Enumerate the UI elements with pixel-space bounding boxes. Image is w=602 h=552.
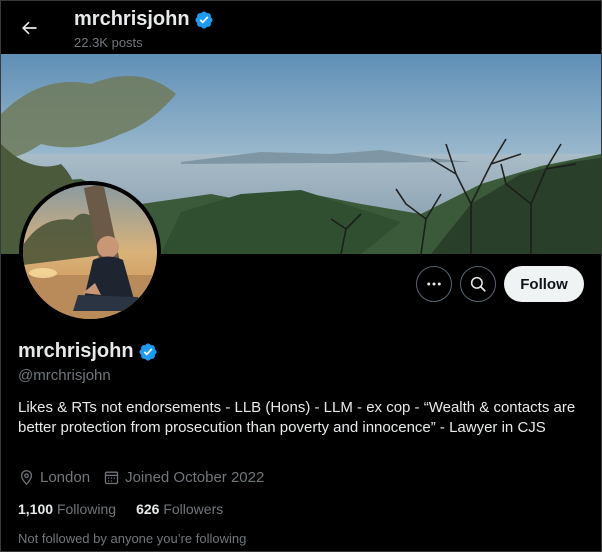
verified-badge-icon xyxy=(195,10,213,29)
profile-handle: @mrchrisjohn xyxy=(18,367,111,384)
profile-stats: 1,100 Following 626 Followers xyxy=(18,501,223,517)
back-button[interactable] xyxy=(11,10,47,46)
not-followed-notice: Not followed by anyone you’re following xyxy=(18,531,247,546)
follow-button[interactable]: Follow xyxy=(504,266,584,302)
display-name-text: mrchrisjohn xyxy=(18,340,134,362)
profile-avatar[interactable] xyxy=(19,181,161,323)
followers-count: 626 xyxy=(136,501,160,517)
followers-link[interactable]: 626 Followers xyxy=(136,501,223,517)
more-button[interactable] xyxy=(416,266,452,302)
post-count: 22.3K posts xyxy=(74,35,143,50)
join-date: Joined October 2022 xyxy=(103,469,264,486)
top-bar: mrchrisjohn 22.3K posts xyxy=(1,1,601,54)
search-icon xyxy=(470,276,486,292)
header-name: mrchrisjohn xyxy=(74,8,214,31)
avatar-photo xyxy=(23,185,157,319)
profile-display-name: mrchrisjohn xyxy=(18,340,158,363)
following-label: Following xyxy=(56,501,117,517)
following-count: 1,100 xyxy=(18,501,54,517)
location-pin-icon xyxy=(20,470,33,486)
calendar-icon xyxy=(104,471,119,485)
location-text: London xyxy=(40,469,91,486)
back-arrow-icon xyxy=(22,21,37,35)
followers-label: Followers xyxy=(163,501,224,517)
profile-page: mrchrisjohn 22.3K posts Follow mrchrisjo… xyxy=(0,0,602,552)
following-link[interactable]: 1,100 Following xyxy=(18,501,116,517)
header-name-text: mrchrisjohn xyxy=(74,8,190,30)
location: London xyxy=(18,469,90,486)
search-profile-button[interactable] xyxy=(460,266,496,302)
more-icon xyxy=(427,282,441,286)
verified-badge-icon[interactable] xyxy=(138,342,158,362)
profile-bio: Likes & RTs not endorsements - LLB (Hons… xyxy=(18,399,576,436)
profile-meta: London Joined October 2022 xyxy=(18,469,277,486)
join-date-text: Joined October 2022 xyxy=(125,469,265,486)
